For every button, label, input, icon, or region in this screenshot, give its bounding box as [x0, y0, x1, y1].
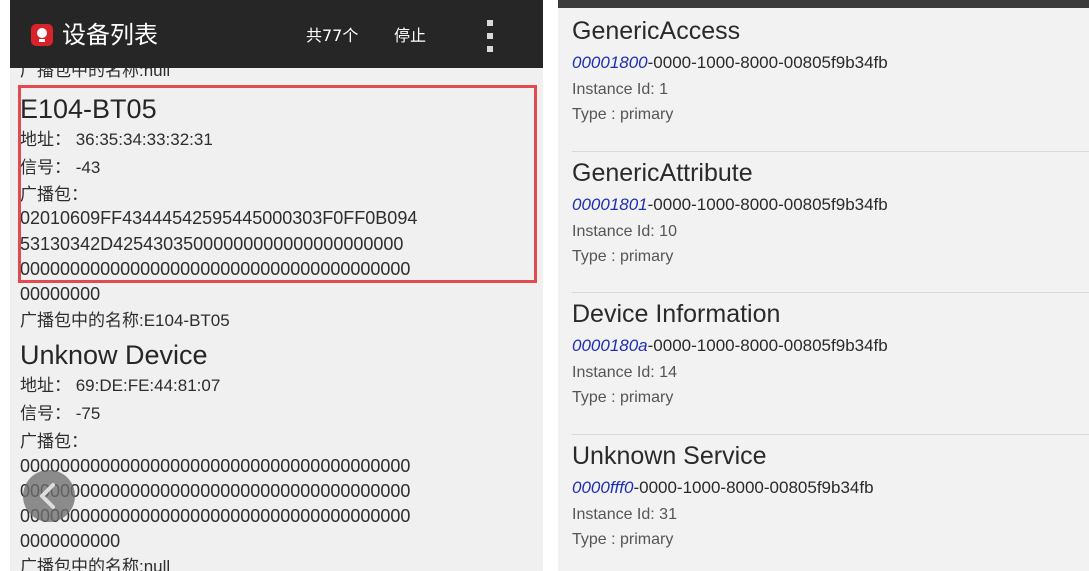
- device-name: E104-BT05: [20, 94, 157, 124]
- uuid-rest: -0000-1000-8000-00805f9b34fb: [647, 195, 888, 214]
- device-name: Unknow Device: [20, 340, 208, 370]
- service-instance-id: Instance Id: 31: [572, 506, 677, 523]
- service-item-device-information[interactable]: Device Information 0000180a-0000-1000-80…: [558, 293, 1089, 433]
- uuid-short: 00001800: [572, 53, 648, 72]
- device-count: 共77个: [306, 26, 359, 45]
- service-instance-id: Instance Id: 10: [572, 223, 677, 240]
- service-uuid: 00001800-0000-1000-8000-00805f9b34fb: [572, 52, 888, 74]
- adv-data-line: 02010609FF43444542595445000303F0FF0B094: [20, 208, 418, 228]
- adv-data-line: 0000000000: [20, 531, 121, 551]
- adv-data-line: 00000000: [20, 284, 101, 304]
- uuid-rest: -0000-1000-8000-00805f9b34fb: [647, 336, 888, 355]
- device-adv-name: 广播包中的名称:null: [20, 557, 171, 571]
- adv-data-line: 000000000000000000000000000000000000000: [20, 506, 411, 526]
- service-name: GenericAttribute: [572, 159, 753, 187]
- chevron-left-icon: [40, 483, 55, 509]
- service-type: Type : primary: [572, 248, 674, 265]
- overflow-menu-icon[interactable]: [485, 20, 495, 52]
- service-type: Type : primary: [572, 106, 674, 123]
- device-address: 地址： 69:DE:FE:44:81:07: [20, 376, 221, 395]
- service-item-unknown-service[interactable]: Unknown Service 0000fff0-0000-1000-8000-…: [558, 435, 1089, 571]
- service-uuid: 00001801-0000-1000-8000-00805f9b34fb: [572, 194, 888, 216]
- service-instance-id: Instance Id: 14: [572, 364, 677, 381]
- service-name: GenericAccess: [572, 17, 741, 45]
- service-type: Type : primary: [572, 389, 674, 406]
- service-item-generic-attribute[interactable]: GenericAttribute 00001801-0000-1000-8000…: [558, 152, 1089, 292]
- service-item-generic-access[interactable]: GenericAccess 00001800-0000-1000-8000-00…: [558, 10, 1089, 150]
- stop-scan-button[interactable]: 停止: [394, 26, 426, 46]
- uuid-short: 0000fff0: [572, 478, 634, 497]
- panel-gap: [543, 0, 558, 571]
- uuid-rest: -0000-1000-8000-00805f9b34fb: [633, 478, 874, 497]
- device-adv-name: 广播包中的名称:E104-BT05: [20, 311, 230, 330]
- app-toolbar: 设备列表 共77个 停止: [10, 0, 543, 68]
- adv-data-line: 53130342D42543035000000000000000000000: [20, 234, 404, 254]
- device-signal: 信号： -75: [20, 404, 101, 423]
- adv-data-line: 000000000000000000000000000000000000000: [20, 456, 411, 476]
- service-name: Device Information: [572, 300, 781, 328]
- uuid-rest: -0000-1000-8000-00805f9b34fb: [647, 53, 888, 72]
- adv-data-line: 000000000000000000000000000000000000000: [20, 259, 411, 279]
- service-uuid: 0000fff0-0000-1000-8000-00805f9b34fb: [572, 477, 874, 499]
- uuid-short: 0000180a: [572, 336, 648, 355]
- top-bar-edge: [558, 0, 1089, 8]
- service-list-screen: GenericAccess 00001800-0000-1000-8000-00…: [558, 0, 1089, 571]
- uuid-short: 00001801: [572, 195, 648, 214]
- toolbar-title: 设备列表: [62, 21, 158, 49]
- adv-data-line: 000000000000000000000000000000000000000: [20, 481, 411, 501]
- device-signal: 信号： -43: [20, 158, 101, 177]
- app-logo-icon: [31, 24, 53, 46]
- device-address: 地址： 36:35:34:33:32:31: [20, 130, 213, 149]
- service-type: Type : primary: [572, 531, 674, 548]
- service-uuid: 0000180a-0000-1000-8000-00805f9b34fb: [572, 335, 888, 357]
- device-adv-label: 广播包：: [20, 185, 88, 204]
- back-button[interactable]: [23, 470, 75, 522]
- service-name: Unknown Service: [572, 442, 767, 470]
- service-instance-id: Instance Id: 1: [572, 81, 669, 98]
- device-adv-label: 广播包：: [20, 432, 88, 451]
- device-list-screen: 广播包中的名称:null E104-BT05 地址： 36:35:34:33:3…: [10, 0, 543, 571]
